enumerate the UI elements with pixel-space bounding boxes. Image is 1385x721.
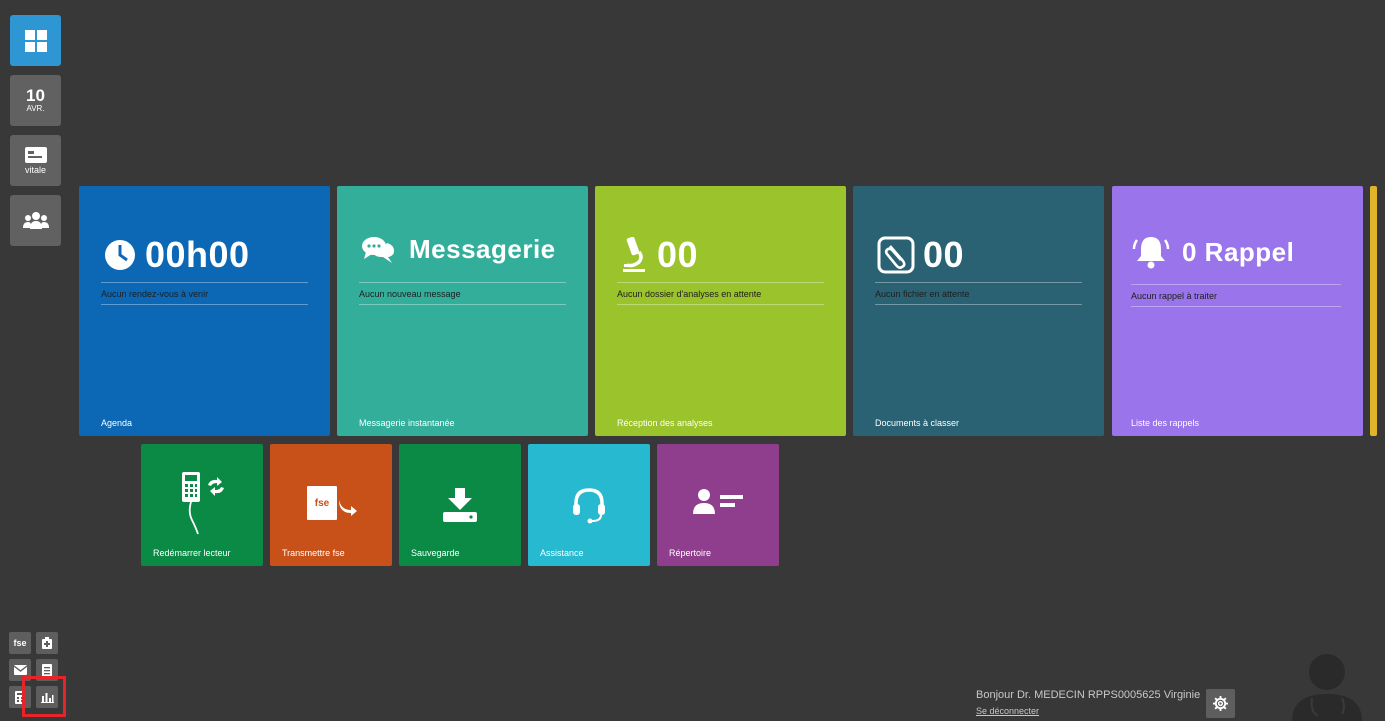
headset-icon <box>573 488 605 524</box>
analyses-label: Réception des analyses <box>617 418 713 428</box>
messagerie-tile[interactable]: Messagerie Aucun nouveau message Message… <box>337 186 588 436</box>
rappels-status: Aucun rappel à traiter <box>1131 284 1341 307</box>
doctor-avatar-icon <box>1292 654 1362 721</box>
grid-icon <box>24 29 47 52</box>
agenda-tile[interactable]: 00h00 Aucun rendez-vous à venir Agenda <box>79 186 330 436</box>
card-reader-refresh-icon <box>182 472 224 535</box>
medical-box-icon <box>42 637 52 649</box>
rappels-label: Liste des rappels <box>1131 418 1200 428</box>
user-greeting: Bonjour Dr. MEDECIN RPPS0005625 Virginie <box>976 689 1201 701</box>
next-tile-edge[interactable] <box>1370 186 1377 436</box>
redemarrer-lecteur-tile[interactable]: Redémarrer lecteur <box>141 444 263 566</box>
users-icon <box>22 211 49 229</box>
clock-icon <box>105 240 135 270</box>
analyses-status: Aucun dossier d'analyses en attente <box>617 282 824 305</box>
analyses-tile[interactable]: 00 Aucun dossier d'analyses en attente R… <box>595 186 846 436</box>
medical-case-button[interactable] <box>36 632 58 654</box>
highlight-box <box>22 676 66 717</box>
sauvegarde-label: Sauvegarde <box>411 548 460 558</box>
messagerie-title: Messagerie <box>409 234 556 264</box>
documents-status: Aucun fichier en attente <box>875 282 1082 305</box>
dashboard-button[interactable] <box>10 15 61 66</box>
bell-icon <box>1132 237 1170 269</box>
fse-icon-text: fse <box>307 486 337 520</box>
settings-button[interactable] <box>1206 689 1235 718</box>
assistance-tile[interactable]: Assistance <box>528 444 650 566</box>
rappels-value: 0 Rappel <box>1182 236 1295 267</box>
date-day: 10 <box>26 86 45 105</box>
fse-send-icon: fse <box>303 486 359 522</box>
messagerie-label: Messagerie instantanée <box>359 418 455 428</box>
patients-button[interactable] <box>10 195 61 246</box>
assistance-label: Assistance <box>540 548 584 558</box>
redemarrer-lecteur-label: Redémarrer lecteur <box>153 548 231 558</box>
calendar-date-button[interactable]: 10 AVR. <box>10 75 61 126</box>
analyses-value: 00 <box>657 234 699 275</box>
contact-list-icon <box>693 489 743 514</box>
vitale-card-button[interactable]: vitale <box>10 135 61 186</box>
transmettre-fse-label: Transmettre fse <box>282 548 345 558</box>
sauvegarde-tile[interactable]: Sauvegarde <box>399 444 521 566</box>
microscope-icon <box>623 237 645 272</box>
repertoire-label: Répertoire <box>669 548 712 558</box>
document-icon <box>42 663 52 677</box>
documents-value: 00 <box>923 234 965 275</box>
transmettre-fse-tile[interactable]: fse Transmettre fse <box>270 444 392 566</box>
vitale-label: vitale <box>24 164 46 175</box>
fse-tool-label: fse <box>13 638 27 648</box>
attachment-icon <box>877 236 915 274</box>
download-icon <box>443 488 477 522</box>
fse-tool-button[interactable]: fse <box>9 632 31 654</box>
documents-tile[interactable]: 00 Aucun fichier en attente Documents à … <box>853 186 1104 436</box>
chat-icon <box>362 236 394 263</box>
rappels-tile[interactable]: 0 Rappel Aucun rappel à traiter Liste de… <box>1112 186 1363 436</box>
gear-icon <box>1213 696 1228 711</box>
card-icon <box>24 146 47 163</box>
agenda-label: Agenda <box>101 418 133 428</box>
logout-link[interactable]: Se déconnecter <box>976 706 1039 716</box>
date-month: AVR. <box>26 104 45 113</box>
agenda-status: Aucun rendez-vous à venir <box>101 282 308 305</box>
messagerie-status: Aucun nouveau message <box>359 282 566 305</box>
repertoire-tile[interactable]: Répertoire <box>657 444 779 566</box>
envelope-icon <box>13 665 27 675</box>
agenda-value: 00h00 <box>145 234 250 275</box>
documents-label: Documents à classer <box>875 418 960 428</box>
